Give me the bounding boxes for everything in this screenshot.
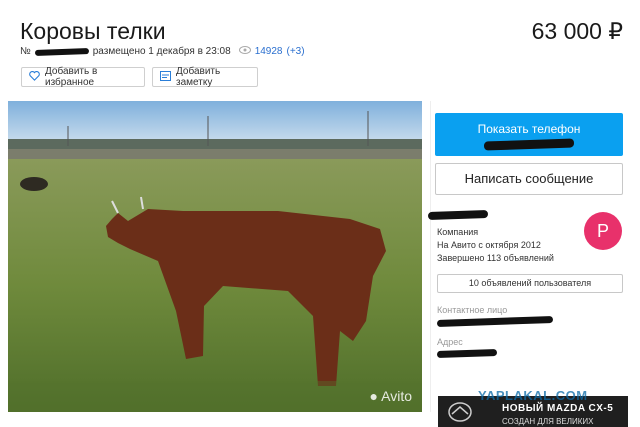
add-to-favorites-label: Добавить в избранное — [45, 66, 98, 88]
listing-price: 63 000 ₽ — [531, 18, 623, 44]
show-phone-label: Показать телефон — [477, 122, 581, 136]
seller-since: На Авито с октября 2012 — [437, 240, 541, 250]
views-count[interactable]: 14928 — [255, 46, 283, 57]
user-ads-button[interactable]: 10 объявлений пользователя — [437, 274, 623, 293]
listing-title: Коровы телки — [20, 18, 166, 44]
photo-watermark: ● Avito — [370, 388, 412, 404]
redacted-seller-name — [427, 209, 489, 221]
mazda-logo-icon — [448, 402, 472, 422]
write-message-button[interactable]: Написать сообщение — [435, 163, 623, 195]
avito-logo-icon: ● — [369, 388, 378, 404]
divider — [430, 101, 431, 412]
avatar[interactable]: P — [584, 212, 622, 250]
listing-photo[interactable]: ● Avito — [8, 101, 422, 412]
site-watermark: YAPLAKAL.COM — [478, 388, 588, 403]
contact-person-label: Контактное лицо — [437, 305, 508, 315]
views-new: (+3) — [286, 46, 305, 57]
note-icon — [160, 70, 171, 84]
add-note-button[interactable]: Добавить заметку — [152, 66, 258, 88]
add-to-favorites-button[interactable]: Добавить в избранное — [21, 66, 145, 88]
listing-header: Коровы телки 63 000 ₽ № размещено 1 дека… — [0, 0, 640, 100]
add-note-label: Добавить заметку — [176, 66, 221, 88]
seller-completed: Завершено 113 объявлений — [437, 253, 554, 263]
posted-date: размещено 1 декабря в 23:08 — [92, 46, 231, 57]
listing-number-prefix: № — [20, 46, 31, 57]
redacted-contact-person — [436, 315, 554, 328]
listing-meta: № размещено 1 декабря в 23:08 14928 (+3) — [20, 46, 305, 57]
photo-watermark-text: Avito — [381, 388, 412, 404]
show-phone-button[interactable]: Показать телефон — [435, 113, 623, 156]
redacted-phone — [483, 138, 575, 151]
seller-type: Компания — [437, 227, 479, 237]
banner-subtext: СОЗДАН ДЛЯ ВЕЛИКИХ — [502, 417, 594, 426]
heart-icon — [29, 70, 40, 84]
banner-text: НОВЫЙ MAZDA CX-5 — [502, 403, 614, 414]
seller-info: Компания На Авито с октября 2012 Заверше… — [437, 226, 554, 265]
redacted-address — [436, 348, 498, 359]
eye-icon — [238, 46, 251, 57]
cow-photo-image — [8, 101, 422, 412]
redacted-listing-number — [34, 47, 89, 56]
address-label: Адрес — [437, 337, 463, 347]
